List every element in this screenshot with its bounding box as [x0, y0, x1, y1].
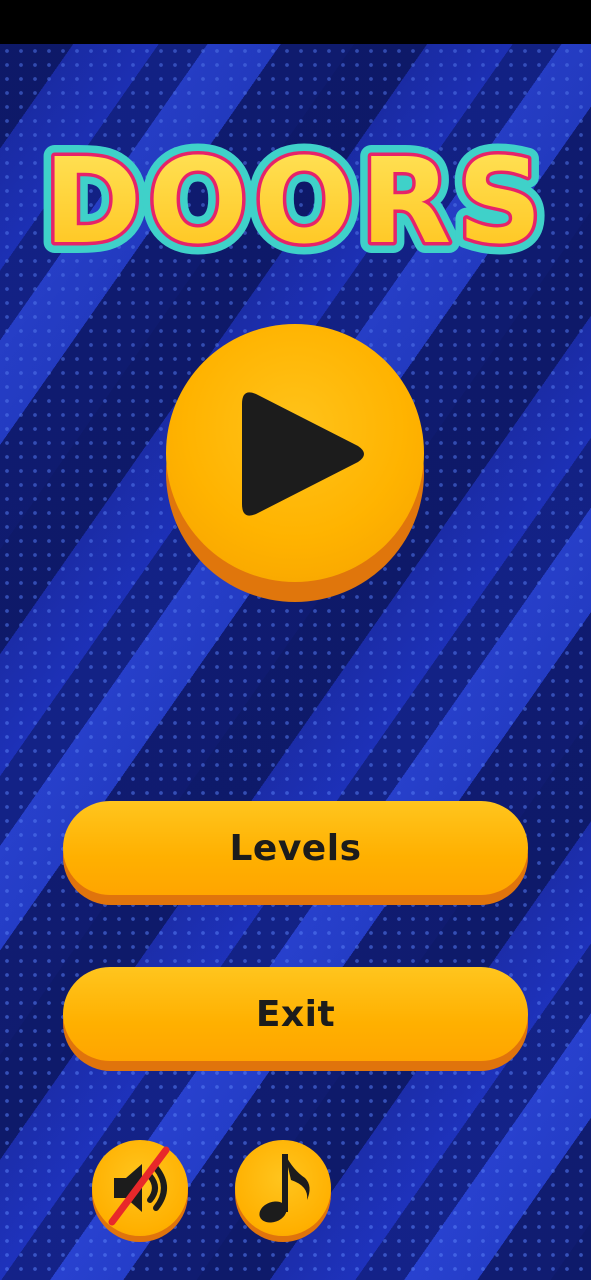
menu-screen: DOORS DOORS Levels Exit: [0, 44, 591, 1280]
levels-label: Levels: [229, 827, 362, 869]
music-toggle-button[interactable]: [235, 1140, 331, 1242]
status-bar: [0, 0, 591, 44]
exit-button[interactable]: Exit: [63, 967, 528, 1071]
play-button[interactable]: [166, 324, 424, 602]
levels-button[interactable]: Levels: [63, 801, 528, 905]
title-text: DOORS: [43, 132, 547, 270]
music-note-icon: [259, 1154, 310, 1223]
sound-toggle-button[interactable]: [92, 1140, 188, 1242]
exit-label: Exit: [255, 993, 336, 1035]
play-icon: [242, 392, 364, 516]
game-title: DOORS DOORS: [32, 121, 552, 281]
speaker-muted-icon: [108, 1146, 170, 1226]
game-title-logo: DOORS DOORS: [32, 121, 552, 281]
